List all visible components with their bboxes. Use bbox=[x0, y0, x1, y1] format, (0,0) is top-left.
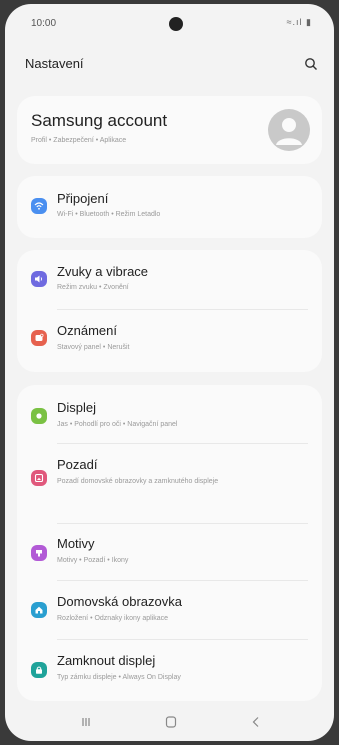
lock-icon bbox=[31, 662, 47, 678]
settings-item-sounds[interactable]: Zvuky a vibrace Režim zvuku • Zvonění bbox=[17, 250, 322, 308]
item-title: Zamknout displej bbox=[57, 653, 156, 668]
status-time: 10:00 bbox=[31, 18, 57, 29]
home-button[interactable] bbox=[160, 713, 182, 731]
item-title: Připojení bbox=[57, 191, 109, 206]
navigation-bar bbox=[5, 703, 334, 741]
home-button-icon bbox=[165, 716, 177, 728]
item-subtitle: Typ zámku displeje • Always On Display bbox=[57, 674, 181, 681]
settings-item-connections[interactable]: Připojení Wi-Fi • Bluetooth • Režim Leta… bbox=[17, 176, 322, 238]
item-title: Pozadí bbox=[57, 457, 98, 472]
front-camera bbox=[169, 17, 183, 31]
home-icon bbox=[31, 602, 47, 618]
settings-item-lock-screen[interactable]: Zamknout displej Typ zámku displeje • Al… bbox=[17, 640, 322, 701]
search-icon bbox=[305, 58, 317, 70]
item-subtitle: Jas • Pohodlí pro oči • Navigační panel bbox=[57, 421, 178, 428]
samsung-account-card[interactable]: Samsung account Profil • Zabezpečení • A… bbox=[17, 96, 322, 164]
phone-screen: 10:00 ≈.ıl ▮ Nastavení Samsung account P… bbox=[5, 4, 334, 741]
sounds-notifications-card: Zvuky a vibrace Režim zvuku • Zvonění Oz… bbox=[17, 250, 322, 372]
notification-icon bbox=[31, 330, 47, 346]
item-title: Motivy bbox=[57, 536, 95, 551]
avatar bbox=[268, 109, 310, 151]
page-title: Nastavení bbox=[25, 56, 84, 71]
item-title: Oznámení bbox=[57, 323, 117, 338]
person-icon bbox=[276, 118, 302, 145]
settings-item-home-screen[interactable]: Domovská obrazovka Rozložení • Odznaky i… bbox=[17, 581, 322, 639]
display-card: Displej Jas • Pohodlí pro oči • Navigačn… bbox=[17, 385, 322, 701]
status-bar: 10:00 ≈.ıl ▮ bbox=[5, 4, 334, 38]
item-subtitle: Rozložení • Odznaky ikony aplikace bbox=[57, 615, 169, 622]
settings-item-themes[interactable]: Motivy Motivy • Pozadí • Ikony bbox=[17, 524, 322, 580]
item-title: Displej bbox=[57, 400, 97, 415]
wifi-icon bbox=[31, 198, 47, 214]
account-subtitle: Profil • Zabezpečení • Aplikace bbox=[31, 137, 127, 144]
status-icons: ≈.ıl ▮ bbox=[286, 17, 312, 27]
connections-card: Připojení Wi-Fi • Bluetooth • Režim Leta… bbox=[17, 176, 322, 238]
back-button[interactable] bbox=[245, 713, 267, 731]
item-title: Zvuky a vibrace bbox=[57, 264, 149, 279]
item-subtitle: Stavový panel • Nerušit bbox=[57, 344, 130, 351]
search-button[interactable] bbox=[301, 54, 321, 74]
account-title: Samsung account bbox=[31, 111, 168, 130]
brightness-icon bbox=[31, 408, 47, 424]
settings-item-display[interactable]: Displej Jas • Pohodlí pro oči • Navigačn… bbox=[17, 385, 322, 443]
item-subtitle: Režim zvuku • Zvonění bbox=[57, 284, 129, 291]
back-icon bbox=[252, 717, 259, 727]
themes-icon bbox=[31, 545, 47, 561]
wallpaper-icon bbox=[31, 470, 47, 486]
settings-item-wallpaper[interactable]: Pozadí Pozadí domovské obrazovky a zamkn… bbox=[17, 444, 322, 523]
volume-icon bbox=[31, 271, 47, 287]
item-title: Domovská obrazovka bbox=[57, 594, 182, 609]
item-subtitle: Wi-Fi • Bluetooth • Režim Letadlo bbox=[57, 211, 161, 218]
item-subtitle: Pozadí domovské obrazovky a zamknutého d… bbox=[57, 478, 219, 485]
recent-apps-button[interactable] bbox=[75, 713, 97, 731]
recent-apps-icon bbox=[82, 718, 90, 726]
item-subtitle: Motivy • Pozadí • Ikony bbox=[57, 557, 129, 564]
settings-item-notifications[interactable]: Oznámení Stavový panel • Nerušit bbox=[17, 310, 322, 372]
